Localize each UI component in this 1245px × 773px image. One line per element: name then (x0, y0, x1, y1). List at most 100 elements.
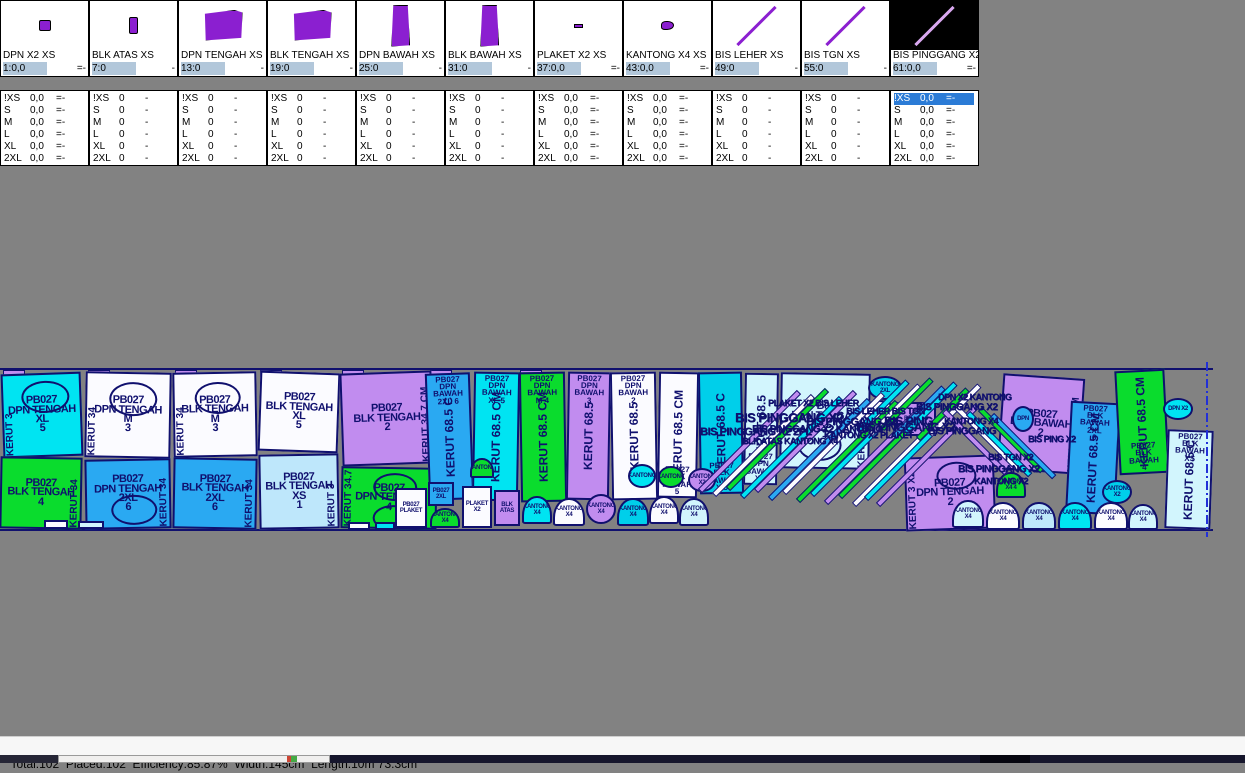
marker-piece[interactable]: PB027DPN BAWAHXL 5KERUT 68.5 CM (472, 372, 520, 502)
size-cell[interactable]: S0- (93, 105, 177, 117)
size-cell[interactable]: S0- (449, 105, 533, 117)
size-cell[interactable]: S0- (716, 105, 800, 117)
marker-piece[interactable] (348, 522, 370, 530)
size-cell[interactable]: XL0,0=- (894, 141, 978, 153)
size-cell[interactable]: !XS0- (93, 93, 177, 105)
size-cell[interactable]: S0- (271, 105, 355, 117)
size-cell[interactable]: M0- (93, 117, 177, 129)
marker-piece[interactable] (78, 521, 104, 529)
marker-piece[interactable]: KANTONG X4 (522, 496, 552, 524)
size-cell[interactable]: M0- (182, 117, 266, 129)
size-cell[interactable]: 2XL0- (182, 153, 266, 165)
size-cell[interactable]: L0- (360, 129, 444, 141)
size-cell[interactable]: !XS0,0=- (538, 93, 622, 105)
pattern-card[interactable]: KANTONG X4 XS43:0,0=- (624, 1, 711, 76)
marker-piece[interactable]: BLK ATAS (494, 490, 520, 526)
pattern-card[interactable]: DPN BAWAH XS25:0- (357, 1, 444, 76)
pattern-number-value[interactable]: 1:0,0 (3, 62, 47, 75)
size-cell[interactable]: !XS0- (805, 93, 889, 105)
size-cell[interactable]: L0- (449, 129, 533, 141)
marker-piece[interactable]: DPN (1012, 406, 1034, 432)
size-cell[interactable]: !XS0,0=- (4, 93, 88, 105)
size-cell[interactable]: 2XL0- (271, 153, 355, 165)
size-cell[interactable]: XL0- (360, 141, 444, 153)
size-cell[interactable]: XL0- (182, 141, 266, 153)
size-cell[interactable]: L0- (271, 129, 355, 141)
marker-piece[interactable] (375, 522, 395, 530)
size-cell[interactable]: S0- (805, 105, 889, 117)
size-cell[interactable]: 2XL0,0=- (627, 153, 711, 165)
size-cell[interactable]: 2XL0,0=- (4, 153, 88, 165)
size-cell[interactable]: L0- (716, 129, 800, 141)
size-cell[interactable]: 2XL0,0=- (538, 153, 622, 165)
marker-piece[interactable]: KANTONG X4 (553, 498, 585, 526)
size-cell[interactable]: !XS0- (716, 93, 800, 105)
size-cell[interactable]: L0- (805, 129, 889, 141)
marker-piece[interactable]: KANTONG X4 (1128, 504, 1158, 530)
size-cell[interactable]: XL0,0=- (4, 141, 88, 153)
marker-piece[interactable]: KANTONG X2 (1102, 480, 1132, 504)
size-cell[interactable]: M0- (271, 117, 355, 129)
marker-piece[interactable]: KANTONG (658, 466, 684, 488)
marker-piece[interactable]: PB027BLK TENGAH2KERUT 34.7 CM (339, 370, 434, 466)
pattern-number-value[interactable]: 31:0 (448, 62, 492, 75)
size-cell[interactable]: M0,0=- (894, 117, 978, 129)
pattern-card[interactable]: BIS TGN XS55:0- (802, 1, 889, 76)
pattern-card[interactable]: PLAKET X2 XS37:0,0=- (535, 1, 622, 76)
marker-piece[interactable]: PB027 PLAKET (395, 488, 427, 528)
size-cell[interactable]: L0- (93, 129, 177, 141)
size-cell[interactable]: XL0,0=- (627, 141, 711, 153)
size-cell[interactable]: L0,0=- (894, 129, 978, 141)
pattern-number-value[interactable]: 25:0 (359, 62, 403, 75)
size-cell[interactable]: XL0,0=- (538, 141, 622, 153)
pattern-card[interactable]: BLK ATAS XS7:0- (90, 1, 177, 76)
marker-piece[interactable]: KANTONG X4 (986, 502, 1020, 530)
marker-piece[interactable]: KANTONG X4 (617, 498, 649, 526)
marker-piece[interactable]: PB027BLK TENGAHM3KERUT 34 (172, 371, 257, 457)
pattern-card[interactable]: BIS PINGGANG X2 X61:0,0=- (891, 1, 978, 76)
pattern-card[interactable]: DPN X2 XS1:0,0=- (1, 1, 88, 76)
pattern-number-value[interactable]: 43:0,0 (626, 62, 670, 75)
size-cell[interactable]: !XS0- (182, 93, 266, 105)
marker-piece[interactable]: PB027DPN BAWAH3KERUT 68.5 (566, 372, 611, 501)
size-cell[interactable]: XL0- (805, 141, 889, 153)
marker-piece[interactable]: KANTONG X4 (586, 494, 616, 524)
size-cell[interactable]: XL0- (716, 141, 800, 153)
marker-piece[interactable]: KANTONG X4 (1022, 502, 1056, 530)
size-cell[interactable]: XL0- (449, 141, 533, 153)
size-cell[interactable]: M0,0=- (627, 117, 711, 129)
pattern-number-value[interactable]: 37:0,0 (537, 62, 581, 75)
size-cell[interactable]: S0,0=- (4, 105, 88, 117)
pattern-number-value[interactable]: 13:0 (181, 62, 225, 75)
size-cell[interactable]: M0,0=- (4, 117, 88, 129)
marker-piece[interactable]: KANTONG X4 (1058, 502, 1092, 530)
size-cell[interactable]: M0,0=- (538, 117, 622, 129)
marker-piece[interactable]: PB027BLK TENGAH4KERUT 34 (0, 456, 83, 529)
pattern-number-value[interactable]: 49:0 (715, 62, 759, 75)
size-cell[interactable]: 2XL0,0=- (894, 153, 978, 165)
pattern-card[interactable]: DPN TENGAH XS13:0- (179, 1, 266, 76)
pattern-card[interactable]: BLK BAWAH XS31:0- (446, 1, 533, 76)
size-cell[interactable]: !XS0,0=- (894, 93, 974, 105)
marker-piece[interactable]: PB027BLK BAWAH4KERUT 68.5 CM (1114, 369, 1169, 475)
marker-piece[interactable]: PB027BLK TENGAHXL5 (258, 371, 341, 454)
size-cell[interactable]: S0,0=- (538, 105, 622, 117)
size-cell[interactable]: S0- (360, 105, 444, 117)
marker-canvas[interactable]: PB027DPN TENGAHXL5KERUT 3PB027BLK TENGAH… (0, 368, 1213, 531)
size-cell[interactable]: 2XL0- (805, 153, 889, 165)
marker-piece[interactable]: KANTONG (470, 458, 494, 478)
marker-piece[interactable]: PB027BLK TENGAH2XL6KERUT 34 (172, 457, 257, 529)
marker-piece[interactable]: KANTONG X4 (649, 496, 679, 524)
pattern-number-value[interactable]: 19:0 (270, 62, 314, 75)
size-cell[interactable]: S0,0=- (894, 105, 978, 117)
marker-piece[interactable]: PB027BLK TENGAHXS1KERUT 3 (258, 453, 339, 529)
size-cell[interactable]: !XS0- (449, 93, 533, 105)
size-cell[interactable]: 2XL0- (716, 153, 800, 165)
pattern-card[interactable]: BIS LEHER XS49:0- (713, 1, 800, 76)
size-cell[interactable]: M0- (360, 117, 444, 129)
size-cell[interactable]: 2XL0- (93, 153, 177, 165)
size-cell[interactable]: L0- (182, 129, 266, 141)
size-cell[interactable]: 2XL0- (449, 153, 533, 165)
size-cell[interactable]: S0- (182, 105, 266, 117)
size-cell[interactable]: S0,0=- (627, 105, 711, 117)
